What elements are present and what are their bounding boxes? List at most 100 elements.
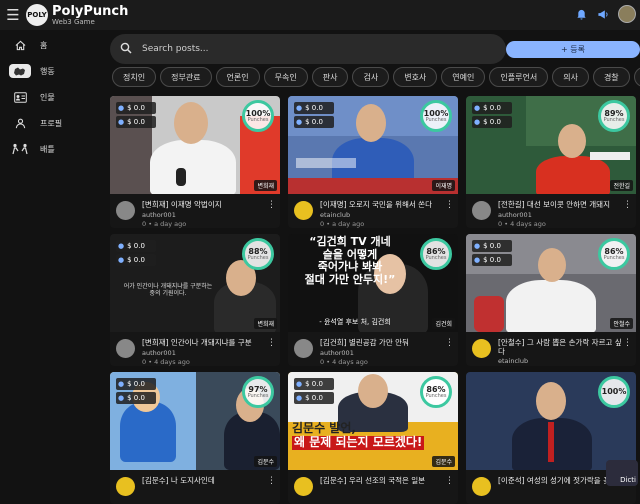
person-tag: 변희재 bbox=[254, 180, 277, 191]
coin-icon: ● bbox=[118, 242, 124, 250]
post-card[interactable]: 어가 인간이나 개돼지냐를 구분하는 중의 기원이다. ●$ 0.0 ●$ 0.… bbox=[110, 234, 280, 366]
coin-stat: ●$ 0.0 bbox=[116, 392, 156, 404]
post-meta: [김문수] 우리 선조의 국적은 일본 ⋮ bbox=[288, 473, 458, 504]
app-logo[interactable]: POLY bbox=[26, 4, 48, 26]
post-title[interactable]: [이재명] 오로지 국민을 위해서 쏜다 bbox=[320, 200, 442, 209]
chip-journalist[interactable]: 언론인 bbox=[216, 67, 260, 87]
post-title[interactable]: [김문수] 나 도지사인데 bbox=[142, 476, 264, 485]
author-avatar[interactable] bbox=[116, 339, 135, 358]
author-avatar[interactable] bbox=[116, 477, 135, 496]
post-meta: [김문수] 나 도지사인데 ⋮ bbox=[110, 473, 280, 504]
post-thumbnail[interactable]: “김건희 TV 개네 슬을 어떻게 죽어가냐 봐봐 절대 가만 안두지!” - … bbox=[288, 234, 458, 332]
post-card[interactable]: ●$ 0.0 ●$ 0.0 100%Punches 이재명 [이재명] 오로지 … bbox=[288, 96, 458, 228]
post-thumbnail[interactable]: 김문수 발언, 왜 문제 되는지 모르겠다! ●$ 0.0 ●$ 0.0 86%… bbox=[288, 372, 458, 470]
author-avatar[interactable] bbox=[116, 201, 135, 220]
megaphone-icon[interactable] bbox=[596, 7, 610, 21]
thumbnail-caption: - 윤석열 후보 처, 김건희 bbox=[290, 318, 420, 326]
brand: PolyPunch Web3 Game bbox=[52, 5, 128, 26]
sidebar-item-home[interactable]: 홈 bbox=[0, 34, 104, 56]
register-button[interactable]: + 등록 bbox=[506, 41, 640, 58]
search-bar[interactable] bbox=[110, 34, 506, 64]
chip-judge[interactable]: 판사 bbox=[312, 67, 349, 87]
sidebar-item-label: 프로필 bbox=[40, 118, 62, 129]
sidebar-item-battle[interactable]: 배틀 bbox=[0, 138, 104, 160]
post-thumbnail[interactable]: 어가 인간이나 개돼지냐를 구분하는 중의 기원이다. ●$ 0.0 ●$ 0.… bbox=[110, 234, 280, 332]
person-tag: 김문수 bbox=[254, 456, 277, 467]
post-card[interactable]: ●$ 0.0 ●$ 0.0 86%Punches 안철수 [안철수] 그 사람 … bbox=[466, 234, 636, 366]
author-avatar[interactable] bbox=[472, 201, 491, 220]
post-time: 0 • 4 days ago bbox=[142, 358, 190, 366]
chip-soldier[interactable]: 군인 bbox=[634, 67, 640, 87]
post-card[interactable]: ●$ 0.0 ●$ 0.0 97%Punches 김문수 [김문수] 나 도지사… bbox=[110, 372, 280, 504]
post-author: etainclub bbox=[320, 211, 350, 219]
sidebar-item-label: 행동 bbox=[40, 66, 55, 77]
punch-ring: 100%Punches bbox=[242, 100, 274, 132]
chip-politician[interactable]: 정치인 bbox=[112, 67, 156, 87]
more-icon[interactable]: ⋮ bbox=[267, 476, 276, 486]
more-icon[interactable]: ⋮ bbox=[267, 200, 276, 210]
dictionary-widget[interactable]: Dicti bbox=[606, 460, 638, 486]
more-icon[interactable]: ⋮ bbox=[623, 200, 632, 210]
person-tag: 변희재 bbox=[254, 318, 277, 329]
thumbnail-quote: “김건희 TV 개네 슬을 어떻게 죽어가냐 봐봐 절대 가만 안두지!” bbox=[290, 236, 410, 287]
coin-icon: ● bbox=[474, 242, 480, 250]
post-title[interactable]: [변희재] 이재명 악법이지 bbox=[142, 200, 264, 209]
post-thumbnail[interactable]: ●$ 0.0 ●$ 0.0 89%Punches 전한길 bbox=[466, 96, 636, 194]
chip-influencer[interactable]: 인플루언서 bbox=[489, 67, 548, 87]
sidebar-item-people[interactable]: 인물 bbox=[0, 86, 104, 108]
coin-stat: ●$ 0.0 bbox=[472, 254, 512, 266]
post-title[interactable]: [전한길] 대선 보이콧 안하면 개돼지 bbox=[498, 200, 620, 209]
menu-icon[interactable]: ☰ bbox=[2, 4, 24, 26]
coin-icon: ● bbox=[474, 104, 480, 112]
more-icon[interactable]: ⋮ bbox=[623, 338, 632, 348]
sidebar-item-action[interactable]: 행동 bbox=[0, 60, 104, 82]
category-chips: 정치인 정부관료 언론인 무속인 판사 검사 변호사 연예인 인플루언서 의사 … bbox=[112, 67, 640, 87]
coin-icon: ● bbox=[474, 256, 480, 264]
chip-entertainer[interactable]: 연예인 bbox=[441, 67, 485, 87]
punch-ring: 97%Punches bbox=[242, 376, 274, 408]
bell-icon[interactable] bbox=[574, 7, 588, 21]
more-icon[interactable]: ⋮ bbox=[445, 476, 454, 486]
post-title[interactable]: [이준석] 여성의 성기에 젓가락을 꽂 bbox=[498, 476, 620, 485]
post-meta: [김건희] 별린공감 가만 안둬 author001 0 • 4 days ag… bbox=[288, 335, 458, 366]
more-icon[interactable]: ⋮ bbox=[267, 338, 276, 348]
coin-stat: ●$ 0.0 bbox=[294, 116, 334, 128]
post-thumbnail[interactable]: 100% bbox=[466, 372, 636, 470]
author-avatar[interactable] bbox=[294, 477, 313, 496]
person-tag: 김건희 bbox=[432, 318, 455, 329]
post-thumbnail[interactable]: ●$ 0.0 ●$ 0.0 97%Punches 김문수 bbox=[110, 372, 280, 470]
chip-police[interactable]: 경찰 bbox=[593, 67, 630, 87]
coin-icon: ● bbox=[296, 394, 302, 402]
sidebar-item-label: 인물 bbox=[40, 92, 55, 103]
author-avatar[interactable] bbox=[472, 339, 491, 358]
app-title: PolyPunch bbox=[52, 5, 128, 18]
punch-ring: 100%Punches bbox=[420, 100, 452, 132]
author-avatar[interactable] bbox=[294, 339, 313, 358]
chip-lawyer[interactable]: 변호사 bbox=[393, 67, 437, 87]
post-title[interactable]: [김문수] 우리 선조의 국적은 일본 bbox=[320, 476, 442, 485]
chip-prosecutor[interactable]: 검사 bbox=[352, 67, 389, 87]
post-time: 0 • a day ago bbox=[320, 220, 364, 228]
chip-doctor[interactable]: 의사 bbox=[552, 67, 589, 87]
post-title[interactable]: [김건희] 별린공감 가만 안둬 bbox=[320, 338, 442, 347]
more-icon[interactable]: ⋮ bbox=[445, 338, 454, 348]
search-input[interactable] bbox=[142, 44, 472, 54]
author-avatar[interactable] bbox=[472, 477, 491, 496]
post-card[interactable]: 김문수 발언, 왜 문제 되는지 모르겠다! ●$ 0.0 ●$ 0.0 86%… bbox=[288, 372, 458, 504]
sidebar-item-profile[interactable]: 프로필 bbox=[0, 112, 104, 134]
more-icon[interactable]: ⋮ bbox=[445, 200, 454, 210]
post-thumbnail[interactable]: ●$ 0.0 ●$ 0.0 86%Punches 안철수 bbox=[466, 234, 636, 332]
chip-official[interactable]: 정부관료 bbox=[160, 67, 211, 87]
punch-ring: 89%Punches bbox=[598, 100, 630, 132]
post-card[interactable]: “김건희 TV 개네 슬을 어떻게 죽어가냐 봐봐 절대 가만 안두지!” - … bbox=[288, 234, 458, 366]
post-title[interactable]: [변희재] 인간이나 개돼지냐를 구분 bbox=[142, 338, 264, 347]
coin-stat: ●$ 0.0 bbox=[116, 254, 156, 266]
post-card[interactable]: ●$ 0.0 ●$ 0.0 89%Punches 전한길 [전한길] 대선 보이… bbox=[466, 96, 636, 228]
post-thumbnail[interactable]: ●$ 0.0 ●$ 0.0 100%Punches 이재명 bbox=[288, 96, 458, 194]
post-title[interactable]: [안철수] 그 사람 뽑은 손가락 자르고 싶다 bbox=[498, 338, 624, 357]
author-avatar[interactable] bbox=[294, 201, 313, 220]
user-avatar[interactable] bbox=[618, 5, 636, 23]
post-thumbnail[interactable]: ●$ 0.0 ●$ 0.0 100%Punches 변희재 bbox=[110, 96, 280, 194]
post-card[interactable]: ●$ 0.0 ●$ 0.0 100%Punches 변희재 [변희재] 이재명 … bbox=[110, 96, 280, 228]
chip-shaman[interactable]: 무속인 bbox=[264, 67, 308, 87]
